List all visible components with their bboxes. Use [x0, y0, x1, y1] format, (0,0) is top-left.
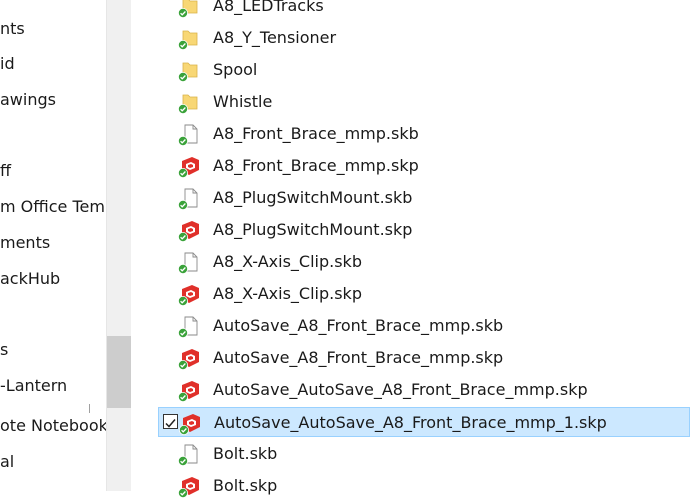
file-row[interactable]: A8_PlugSwitchMount.skb [158, 183, 690, 213]
file-name: A8_Front_Brace_mmp.skp [213, 156, 419, 175]
file-row[interactable]: A8_X-Axis_Clip.skb [158, 247, 690, 277]
file-row[interactable]: A8_PlugSwitchMount.skp [158, 215, 690, 245]
sketchup-file-icon [178, 379, 200, 402]
nav-item[interactable]: nts [0, 16, 25, 42]
file-row[interactable]: Bolt.skp [158, 471, 690, 501]
nav-item[interactable]: m Office Temp [0, 194, 106, 220]
file-name: A8_PlugSwitchMount.skb [213, 188, 413, 207]
file-row[interactable]: AutoSave_AutoSave_A8_Front_Brace_mmp_1.s… [158, 407, 690, 437]
file-name: A8_LEDTracks [213, 0, 324, 15]
file-name: A8_Front_Brace_mmp.skb [213, 124, 419, 143]
navigation-pane: nts id awings ff m Office Temp ments ack… [0, 0, 106, 491]
file-name: Bolt.skb [213, 444, 278, 463]
file-name: Bolt.skp [213, 476, 278, 495]
blank-file-icon [178, 187, 200, 210]
file-row[interactable]: AutoSave_A8_Front_Brace_mmp.skb [158, 311, 690, 341]
file-name: AutoSave_AutoSave_A8_Front_Brace_mmp_1.s… [214, 413, 607, 432]
folder-icon [178, 91, 200, 114]
divider [89, 404, 90, 413]
file-name: A8_Y_Tensioner [213, 28, 337, 47]
file-name: Whistle [213, 92, 273, 111]
scrollbar-thumb[interactable] [107, 336, 131, 408]
sketchup-file-icon [178, 347, 200, 370]
sketchup-file-icon [178, 155, 200, 178]
selection-checkbox[interactable] [163, 414, 178, 429]
file-list: A8_LEDTracks A8_Y_Tensioner Spool Whistle A8… [130, 0, 690, 498]
nav-item[interactable]: -Lantern [0, 373, 67, 399]
file-name: A8_X-Axis_Clip.skp [213, 284, 362, 303]
nav-item[interactable]: ments [0, 230, 50, 256]
nav-item[interactable]: awings [0, 87, 56, 113]
file-name: AutoSave_AutoSave_A8_Front_Brace_mmp.skp [213, 380, 588, 399]
file-row[interactable]: Whistle [158, 87, 690, 117]
nav-item[interactable]: ote Notebooks [0, 413, 106, 439]
sketchup-file-icon [179, 412, 201, 435]
nav-item[interactable]: s [0, 337, 8, 363]
nav-item[interactable]: id [0, 51, 15, 77]
file-name: Spool [213, 60, 258, 79]
navigation-scrollbar[interactable] [106, 0, 131, 491]
file-row[interactable]: AutoSave_A8_Front_Brace_mmp.skp [158, 343, 690, 373]
file-row[interactable]: Bolt.skb [158, 439, 690, 469]
sketchup-file-icon [178, 283, 200, 306]
nav-item[interactable]: ff [0, 158, 11, 184]
file-name: A8_X-Axis_Clip.skb [213, 252, 362, 271]
file-row[interactable]: A8_Y_Tensioner [158, 23, 690, 53]
sketchup-file-icon [178, 475, 200, 498]
file-row[interactable]: A8_X-Axis_Clip.skp [158, 279, 690, 309]
nav-item[interactable]: al [0, 449, 14, 475]
folder-icon [178, 27, 200, 50]
file-name: A8_PlugSwitchMount.skp [213, 220, 413, 239]
file-row[interactable]: A8_Front_Brace_mmp.skb [158, 119, 690, 149]
blank-file-icon [178, 123, 200, 146]
file-name: AutoSave_A8_Front_Brace_mmp.skb [213, 316, 504, 335]
blank-file-icon [178, 443, 200, 466]
sketchup-file-icon [178, 219, 200, 242]
file-row[interactable]: AutoSave_AutoSave_A8_Front_Brace_mmp.skp [158, 375, 690, 405]
nav-item[interactable]: ackHub [0, 266, 60, 292]
blank-file-icon [178, 251, 200, 274]
file-row[interactable]: A8_LEDTracks [158, 0, 690, 21]
folder-icon [178, 59, 200, 82]
file-row[interactable]: Spool [158, 55, 690, 85]
file-name: AutoSave_A8_Front_Brace_mmp.skp [213, 348, 504, 367]
file-row[interactable]: A8_Front_Brace_mmp.skp [158, 151, 690, 181]
folder-icon [178, 0, 200, 18]
blank-file-icon [178, 315, 200, 338]
